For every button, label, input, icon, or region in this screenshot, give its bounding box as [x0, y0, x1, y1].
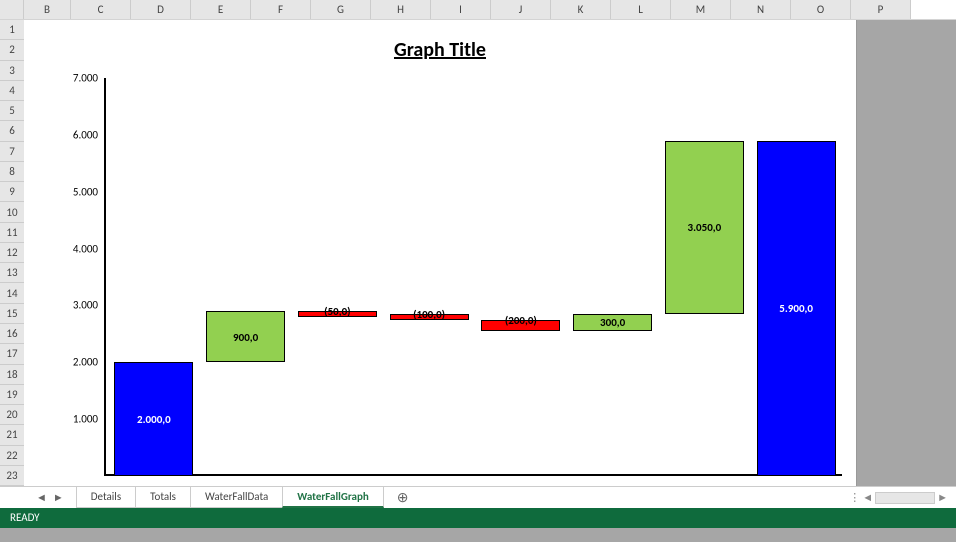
y-axis [104, 78, 106, 476]
column-header[interactable]: J [491, 0, 551, 19]
status-bar: READY [0, 508, 956, 528]
bar-data-label: (50,0) [299, 305, 376, 318]
bar-data-label: 300,0 [574, 316, 651, 329]
tab-nav-prev-icon[interactable]: ◄ [36, 491, 47, 504]
waterfall-bar[interactable]: 3.050,0 [665, 141, 744, 314]
column-header[interactable]: I [431, 0, 491, 19]
waterfall-bar[interactable]: (50,0) [298, 311, 377, 317]
column-header[interactable]: B [24, 0, 71, 19]
bar-data-label: 2.000,0 [115, 413, 192, 426]
scroll-separator-icon: ⋮ [849, 491, 860, 504]
row-header[interactable]: 8 [0, 162, 24, 182]
waterfall-bar[interactable]: (100,0) [390, 314, 469, 320]
sheet-tab-bar: ◄ ► DetailsTotalsWaterFallDataWaterFallG… [0, 486, 956, 508]
y-tick-label: 3.000 [58, 299, 98, 312]
column-header[interactable]: M [671, 0, 731, 19]
bar-data-label: (200,0) [482, 314, 559, 327]
sheet-tab-totals[interactable]: Totals [135, 487, 191, 508]
add-sheet-button[interactable]: ⊕ [383, 489, 423, 506]
waterfall-bar[interactable]: 5.900,0 [757, 141, 836, 476]
row-header[interactable]: 9 [0, 182, 24, 202]
row-header[interactable]: 15 [0, 304, 24, 324]
scroll-right-icon[interactable]: ► [937, 491, 948, 504]
sheet-tab-waterfallgraph[interactable]: WaterFallGraph [282, 487, 384, 508]
row-header[interactable]: 20 [0, 405, 24, 425]
row-header[interactable]: 19 [0, 385, 24, 405]
bar-data-label: 900,0 [207, 331, 284, 344]
row-header[interactable]: 11 [0, 223, 24, 243]
y-tick-label: 6.000 [58, 128, 98, 141]
bar-data-label: (100,0) [391, 308, 468, 321]
horizontal-scroll[interactable]: ⋮ ◄ ► [849, 491, 948, 504]
bar-data-label: 5.900,0 [758, 302, 835, 315]
column-header[interactable]: O [791, 0, 851, 19]
x-axis [104, 474, 842, 476]
row-header[interactable]: 22 [0, 446, 24, 466]
column-header[interactable]: D [131, 0, 191, 19]
waterfall-bar[interactable]: 300,0 [573, 314, 652, 331]
row-header[interactable]: 6 [0, 121, 24, 141]
column-headers: BCDEFGHIJKLMNOP [0, 0, 956, 20]
out-of-range-area [856, 20, 956, 486]
row-header[interactable]: 7 [0, 142, 24, 162]
column-header[interactable]: N [731, 0, 791, 19]
row-header[interactable]: 10 [0, 202, 24, 222]
row-header[interactable]: 16 [0, 324, 24, 344]
row-header[interactable]: 17 [0, 344, 24, 364]
row-header[interactable]: 23 [0, 466, 24, 486]
y-tick-label: 2.000 [58, 356, 98, 369]
tab-nav-arrows[interactable]: ◄ ► [24, 491, 76, 504]
chart-title[interactable]: Graph Title [24, 20, 856, 62]
column-header[interactable]: K [551, 0, 611, 19]
row-header[interactable]: 21 [0, 425, 24, 445]
waterfall-bar[interactable]: 900,0 [206, 311, 285, 362]
select-all-cell[interactable] [0, 0, 24, 19]
scroll-left-icon[interactable]: ◄ [862, 491, 873, 504]
row-header[interactable]: 13 [0, 263, 24, 283]
column-header[interactable]: H [371, 0, 431, 19]
row-header[interactable]: 14 [0, 283, 24, 303]
column-header[interactable]: L [611, 0, 671, 19]
y-tick-label: 5.000 [58, 185, 98, 198]
y-tick-label: 7.000 [58, 72, 98, 85]
tab-nav-next-icon[interactable]: ► [53, 491, 64, 504]
scroll-track[interactable] [875, 492, 935, 504]
sheet-tab-waterfalldata[interactable]: WaterFallData [190, 487, 283, 508]
waterfall-bar[interactable]: (200,0) [481, 320, 560, 331]
bottom-strip [0, 528, 956, 542]
waterfall-bar[interactable]: 2.000,0 [114, 362, 193, 476]
column-header[interactable]: G [311, 0, 371, 19]
row-header[interactable]: 18 [0, 365, 24, 385]
y-tick-label: 1.000 [58, 413, 98, 426]
row-header[interactable]: 1 [0, 20, 24, 40]
row-header[interactable]: 3 [0, 61, 24, 81]
status-ready: READY [10, 511, 40, 524]
row-header[interactable]: 2 [0, 40, 24, 60]
row-header[interactable]: 12 [0, 243, 24, 263]
bar-data-label: 3.050,0 [666, 221, 743, 234]
row-header[interactable]: 5 [0, 101, 24, 121]
sheet-tab-details[interactable]: Details [76, 487, 136, 508]
column-header[interactable]: C [71, 0, 131, 19]
column-header[interactable]: E [191, 0, 251, 19]
row-header[interactable]: 4 [0, 81, 24, 101]
column-header[interactable]: F [251, 0, 311, 19]
y-tick-label: 4.000 [58, 242, 98, 255]
chart-object[interactable]: Graph Title 1.0002.0003.0004.0005.0006.0… [24, 20, 856, 486]
chart-plot-area[interactable]: 1.0002.0003.0004.0005.0006.0007.000 2.00… [64, 78, 844, 476]
column-header[interactable]: P [851, 0, 911, 19]
row-headers: 1234567891011121314151617181920212223 [0, 20, 24, 486]
